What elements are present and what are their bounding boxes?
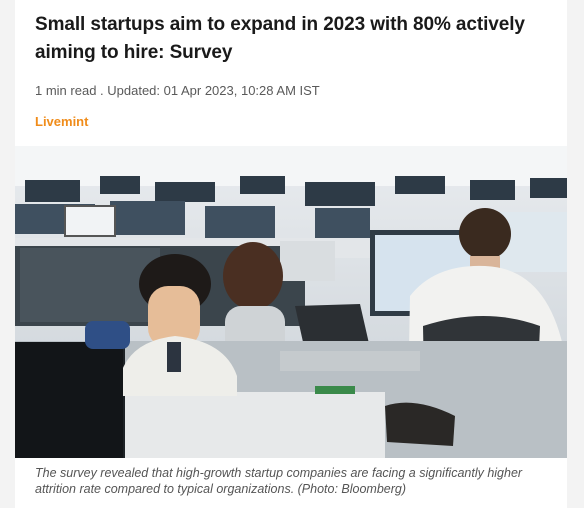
article-source[interactable]: Livemint xyxy=(35,114,88,129)
office-photo-illustration xyxy=(15,146,567,458)
article-headline[interactable]: Small startups aim to expand in 2023 wit… xyxy=(35,11,555,67)
article-meta: 1 min read . Updated: 01 Apr 2023, 10:28… xyxy=(35,83,320,98)
photo-caption: The survey revealed that high-growth sta… xyxy=(35,466,523,496)
article-card: Small startups aim to expand in 2023 wit… xyxy=(15,0,567,508)
article-photo[interactable] xyxy=(15,146,567,458)
